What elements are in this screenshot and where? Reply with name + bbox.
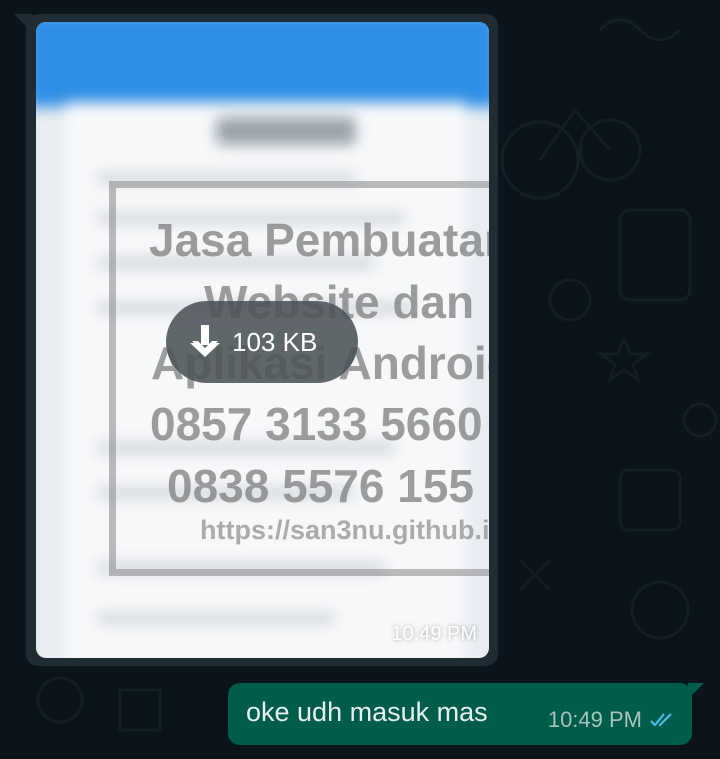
message-meta: 10:49 PM — [548, 707, 676, 733]
watermark-line-1: Jasa Pembuatan — [149, 214, 489, 266]
download-arrow-icon — [190, 325, 220, 357]
message-time: 10:49 PM — [547, 707, 642, 732]
file-size-label: 103 KB — [232, 326, 318, 357]
image-preview[interactable]: Jasa Pembuatan Website dan Aplikasi Andr… — [36, 22, 489, 658]
message-text: oke udh masuk mas — [246, 697, 488, 727]
download-button[interactable]: 103 KB — [166, 301, 358, 383]
image-message-time: 10:49 PM — [391, 623, 477, 645]
watermark-line-4: 0857 3133 5660 — [150, 398, 483, 450]
double-check-read-icon — [650, 713, 672, 727]
watermark-line-5: 0838 5576 155 — [167, 460, 474, 512]
watermark-url: https://san3nu.github.io — [200, 515, 489, 545]
outgoing-text-bubble[interactable]: oke udh masuk mas 10:49 PM — [228, 683, 692, 745]
